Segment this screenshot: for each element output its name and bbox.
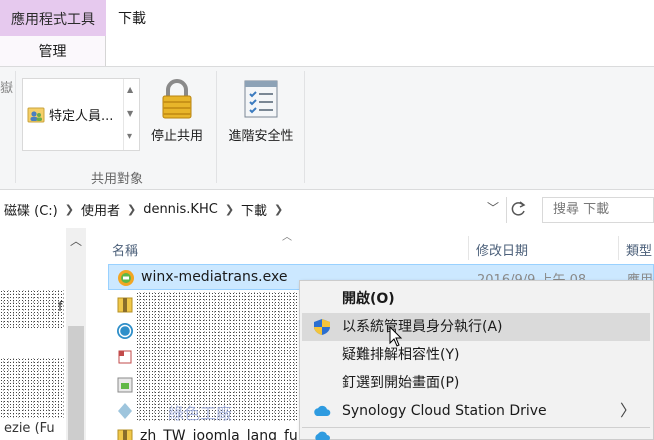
padlock-icon [162,79,192,119]
chevron-right-icon[interactable]: ❯ [222,203,237,216]
column-divider[interactable] [618,236,619,260]
nav-fragment: ezie (Fu [4,421,55,436]
column-header-type[interactable]: 類型 [626,240,652,259]
gallery-up-icon[interactable]: ▲ [127,85,133,94]
advanced-security-button[interactable]: 進階安全性 [222,77,300,144]
mouse-pointer-icon [389,326,403,347]
ribbon-panel: 嶽 特定人員... ▲ ▼ ▾ 停止共用 進階安全性 共用對象 [0,66,654,190]
column-header-name[interactable]: 名稱 [112,240,138,259]
column-header-date-modified[interactable]: 修改日期 [476,240,528,259]
application-tools-context-group: 應用程式工具 管理 [0,0,106,66]
chevron-right-icon[interactable]: ❯ [62,203,77,216]
menu-separator [302,427,650,428]
people-icon [27,106,45,124]
breadcrumb-drive[interactable]: 磁碟 (C:) [0,200,62,219]
nav-fragment: f [58,300,63,315]
share-with-gallery[interactable]: 特定人員... ▲ ▼ ▾ [22,78,140,151]
gallery-expand-icon[interactable]: ▾ [127,131,132,142]
menu-item-label: 開啟(O) [342,291,395,307]
ribbon-separator [15,71,16,183]
ribbon-separator [304,71,305,183]
tab-manage[interactable]: 管理 [0,36,106,66]
menu-item-run-as-administrator[interactable]: 以系統管理員身分執行(A) [302,313,650,341]
stop-sharing-button[interactable]: 停止共用 [146,77,208,144]
winx-app-icon [118,270,134,286]
gallery-scrollbar[interactable]: ▲ ▼ ▾ [123,79,139,150]
address-history-chevron-down-icon[interactable]: ﹀ [487,199,499,216]
checklist-icon [244,80,278,118]
menu-item-label: 釘選到開始畫面(P) [342,375,460,391]
menu-item-label: 以系統管理員身分執行(A) [342,319,503,335]
chevron-right-icon[interactable]: ❯ [271,203,286,216]
menu-item-label: Synology Cloud Station Drive [342,403,547,419]
app-icon [118,403,132,419]
menu-item-synology-cloud-station-drive[interactable]: Synology Cloud Station Drive 〉 [302,397,650,425]
breadcrumb[interactable]: 磁碟 (C:) ❯ 使用者 ❯ dennis.KHC ❯ 下載 ❯ [0,198,286,220]
archive-icon [117,429,133,440]
chevron-right-icon[interactable]: ❯ [124,203,139,216]
menu-item-open[interactable]: 開啟(O) [302,285,650,313]
ribbon-left-stub: 嶽 [0,81,14,96]
scroll-up-icon[interactable]: ︿ [66,232,86,249]
installer-icon [117,377,133,393]
nav-scroll-thumb[interactable] [68,326,84,440]
refresh-icon [511,201,526,216]
breadcrumb-user-folder[interactable]: dennis.KHC [139,202,222,217]
ribbon-separator [216,71,217,183]
partial-menu-icon [315,431,330,440]
column-header-row: 名稱 修改日期 類型 [92,236,654,260]
context-tab-title: 應用程式工具 [0,0,106,36]
archive-icon [117,297,133,313]
watermark-text: 綠色工廠 [168,404,233,423]
file-name: winx-mediatrans.exe [141,269,288,285]
column-divider[interactable] [468,236,469,260]
breadcrumb-users[interactable]: 使用者 [77,200,124,219]
uac-shield-icon [314,319,330,335]
document-icon [118,350,132,364]
stop-sharing-label: 停止共用 [150,129,203,144]
share-specific-people-label: 特定人員... [49,109,114,124]
tab-download[interactable]: 下載 [118,8,146,28]
breadcrumb-downloads[interactable]: 下載 [237,200,271,219]
pixelated-region [0,358,64,418]
menu-item-pin-to-start[interactable]: 釘選到開始畫面(P) [302,369,650,397]
share-specific-people-item[interactable]: 特定人員... [27,105,113,124]
share-group-label: 共用對象 [90,172,143,187]
ribbon-tab-bar: 應用程式工具 管理 下載 [0,0,654,66]
gallery-down-icon[interactable]: ▼ [127,109,133,118]
synology-cloud-icon [314,405,331,416]
advanced-security-label: 進階安全性 [228,129,294,144]
file-name: zh_TW_joomla_lang_fu... [140,428,312,440]
wordpress-icon [117,323,133,339]
submenu-arrow-icon: 〉 [619,401,636,420]
refresh-button[interactable] [506,197,530,223]
search-input[interactable]: 搜尋 下載 [542,197,654,223]
context-menu: 開啟(O) 以系統管理員身分執行(A) 疑難排解相容性(Y) 釘選到開始畫面(P… [299,280,654,440]
menu-item-troubleshoot-compatibility[interactable]: 疑難排解相容性(Y) [302,341,650,369]
pixelated-region [0,290,64,328]
